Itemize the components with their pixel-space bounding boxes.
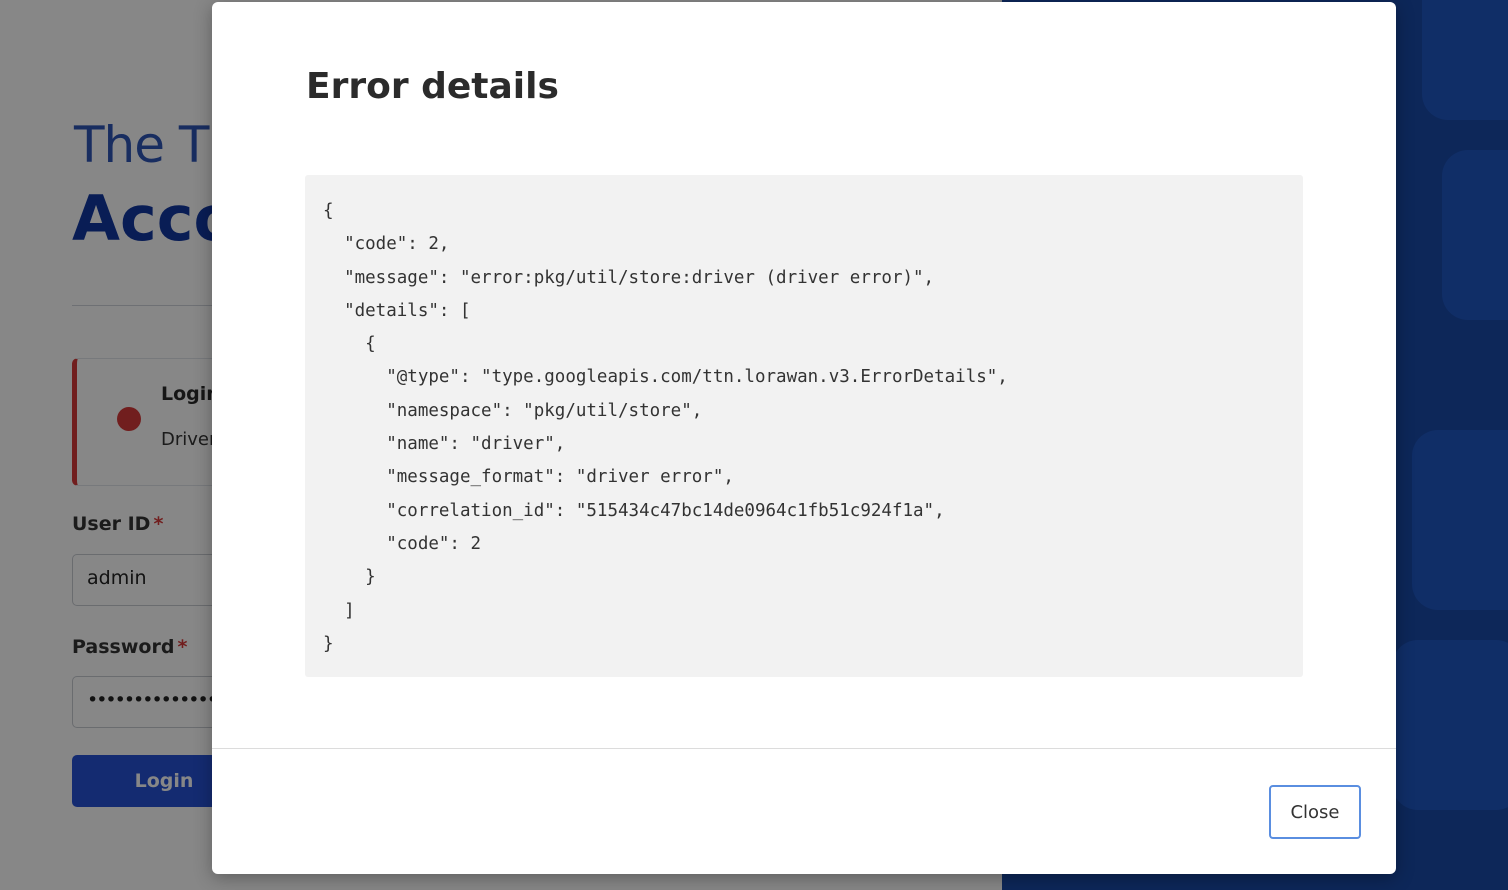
modal-title: Error details	[306, 66, 559, 107]
error-details-modal: Error details { "code": 2, "message": "e…	[212, 2, 1396, 874]
close-button[interactable]: Close	[1269, 785, 1361, 839]
modal-footer-divider	[212, 748, 1396, 749]
error-json-block: { "code": 2, "message": "error:pkg/util/…	[305, 175, 1303, 677]
error-json-text: { "code": 2, "message": "error:pkg/util/…	[323, 201, 1008, 654]
